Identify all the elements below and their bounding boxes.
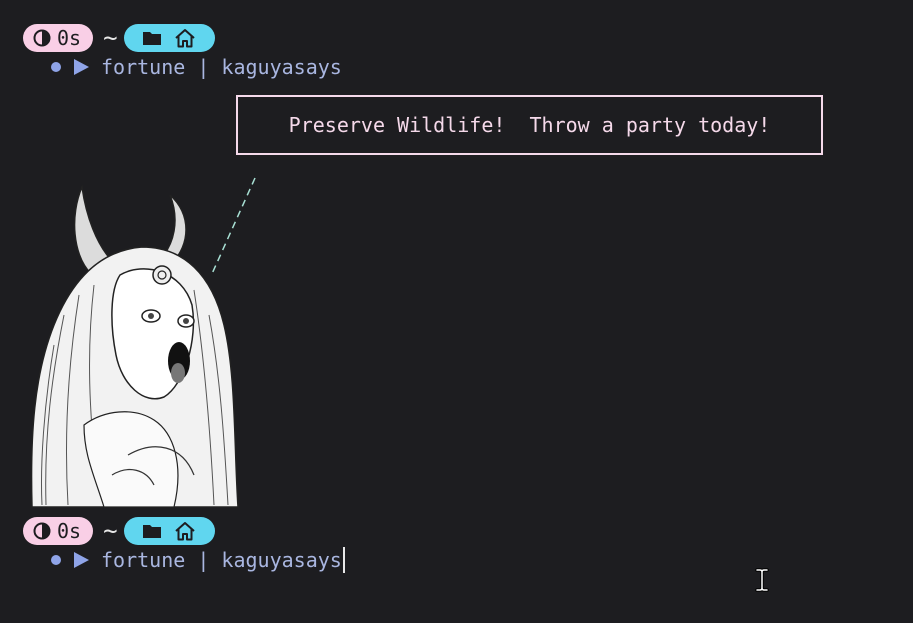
home-icon — [175, 29, 195, 48]
command-input-text[interactable]: fortune | kaguyasays — [101, 548, 342, 572]
command-line-1: fortune | kaguyasays — [48, 54, 342, 80]
fortune-speech-box: Preserve Wildlife! Throw a party today! — [236, 95, 823, 155]
text-cursor — [342, 547, 345, 573]
duration-text: 0s — [57, 26, 82, 50]
duration-text: 0s — [57, 519, 82, 543]
status-dot-icon — [51, 62, 61, 72]
fortune-text: Preserve Wildlife! Throw a party today! — [288, 113, 771, 137]
folder-icon — [142, 32, 161, 45]
third-eye — [152, 265, 172, 285]
timer-icon — [33, 29, 51, 47]
cwd-tilde: ~ — [103, 24, 118, 52]
folder-icon — [142, 525, 161, 538]
prompt-status-line-1: 0s ~ — [23, 24, 215, 52]
directory-badge — [123, 24, 215, 52]
duration-badge: 0s — [23, 517, 94, 545]
command-text: fortune | kaguyasays — [101, 55, 342, 79]
cwd-tilde: ~ — [103, 517, 118, 545]
i-beam-cursor-icon — [755, 568, 769, 592]
status-dot-icon — [51, 555, 61, 565]
command-input-line[interactable]: fortune | kaguyasays — [48, 547, 345, 573]
directory-badge — [123, 517, 215, 545]
timer-icon — [33, 522, 51, 540]
play-arrow-icon — [74, 552, 89, 568]
play-arrow-icon — [74, 59, 89, 75]
speech-tail — [210, 177, 256, 277]
kaguya-illustration — [30, 177, 256, 508]
prompt-status-line-2: 0s ~ — [23, 517, 215, 545]
home-icon — [175, 522, 195, 541]
duration-badge: 0s — [23, 24, 94, 52]
